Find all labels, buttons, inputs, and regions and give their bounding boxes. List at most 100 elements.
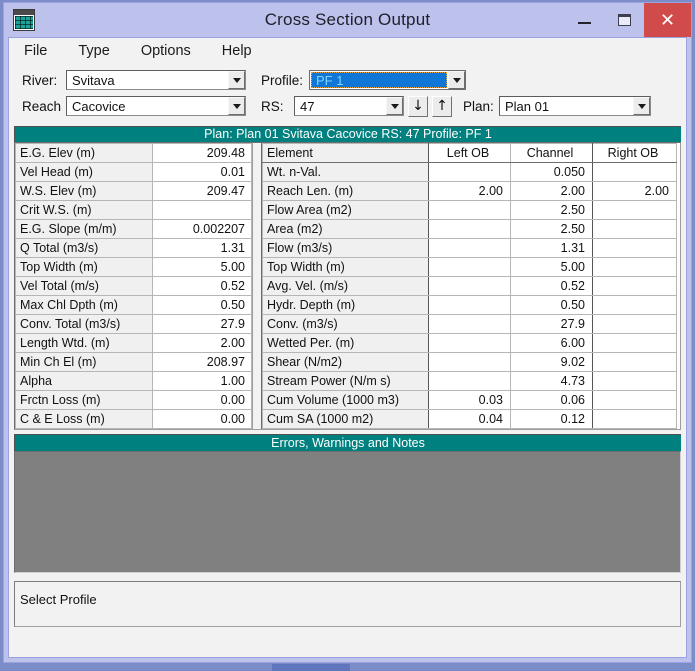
channel-value: 27.9 xyxy=(510,314,593,334)
table-row: Top Width (m) 5.00 xyxy=(15,257,252,277)
maximize-button[interactable] xyxy=(604,3,644,37)
client-area: File Type Options Help River: Svitava Pr… xyxy=(8,37,687,658)
element-label: Cum SA (1000 m2) xyxy=(262,409,429,429)
table-row: E.G. Slope (m/m) 0.002207 xyxy=(15,219,252,239)
rs-label: RS: xyxy=(261,98,284,114)
summary-value: 0.52 xyxy=(152,276,252,296)
menu-item-type[interactable]: Type xyxy=(76,42,111,60)
chevron-down-icon[interactable] xyxy=(228,97,245,115)
left-ob-value xyxy=(428,238,511,258)
left-ob-value xyxy=(428,371,511,391)
channel-value: 1.31 xyxy=(510,238,593,258)
menu-item-options[interactable]: Options xyxy=(139,42,193,60)
results-banner: Plan: Plan 01 Svitava Cacovice RS: 47 Pr… xyxy=(14,126,681,142)
summary-value: 0.002207 xyxy=(152,219,252,239)
right-ob-value xyxy=(592,200,677,220)
left-ob-value xyxy=(428,276,511,296)
right-ob-value xyxy=(592,314,677,334)
channel-value: 0.050 xyxy=(510,162,593,182)
summary-value: 1.00 xyxy=(152,371,252,391)
summary-value: 209.47 xyxy=(152,181,252,201)
plan-combo[interactable]: Plan 01 xyxy=(499,96,651,116)
table-row: Vel Total (m/s) 0.52 xyxy=(15,276,252,296)
errors-panel-body[interactable] xyxy=(14,451,681,573)
channel-value: 2.00 xyxy=(510,181,593,201)
summary-label: Q Total (m3/s) xyxy=(15,238,153,258)
channel-value: 2.50 xyxy=(510,219,593,239)
col-header-element: Element xyxy=(262,143,429,163)
right-ob-value xyxy=(592,352,677,372)
element-label: Shear (N/m2) xyxy=(262,352,429,372)
table-row: Shear (N/m2) 9.02 xyxy=(262,352,677,372)
profile-combo[interactable]: PF 1 xyxy=(309,70,466,90)
element-label: Area (m2) xyxy=(262,219,429,239)
summary-label: Frctn Loss (m) xyxy=(15,390,153,410)
chevron-down-icon[interactable] xyxy=(633,97,650,115)
rs-next-down-button[interactable]: ↓ xyxy=(408,95,428,117)
channel-value: 2.50 xyxy=(510,200,593,220)
right-ob-value xyxy=(592,295,677,315)
left-ob-value xyxy=(428,200,511,220)
table-row: Cum SA (1000 m2) 0.04 0.12 xyxy=(262,409,677,429)
reach-combo[interactable]: Cacovice xyxy=(66,96,246,116)
table-row: Length Wtd. (m) 2.00 xyxy=(15,333,252,353)
minimize-button[interactable] xyxy=(564,3,604,37)
element-label: Stream Power (N/m s) xyxy=(262,371,429,391)
plan-label: Plan: xyxy=(463,98,494,114)
table-row: Max Chl Dpth (m) 0.50 xyxy=(15,295,252,315)
element-label: Reach Len. (m) xyxy=(262,181,429,201)
left-ob-value xyxy=(428,295,511,315)
right-ob-value xyxy=(592,371,677,391)
profile-value: PF 1 xyxy=(311,72,447,88)
table-row: Frctn Loss (m) 0.00 xyxy=(15,390,252,410)
window-controls: ✕ xyxy=(564,3,691,37)
table-row: Flow (m3/s) 1.31 xyxy=(262,238,677,258)
table-row: Top Width (m) 5.00 xyxy=(262,257,677,277)
chevron-down-icon[interactable] xyxy=(228,71,245,89)
summary-value: 5.00 xyxy=(152,257,252,277)
table-row: W.S. Elev (m) 209.47 xyxy=(15,181,252,201)
river-combo[interactable]: Svitava xyxy=(66,70,246,90)
table-row: C & E Loss (m) 0.00 xyxy=(15,409,252,429)
left-ob-value xyxy=(428,333,511,353)
output-tables: E.G. Elev (m) 209.48 Vel Head (m) 0.01 W.S. … xyxy=(14,142,681,430)
reach-label: Reach xyxy=(22,98,62,114)
table-row: Crit W.S. (m) xyxy=(15,200,252,220)
menu-bar: File Type Options Help xyxy=(9,38,686,64)
chevron-down-icon[interactable] xyxy=(386,97,403,115)
table-row: E.G. Elev (m) 209.48 xyxy=(15,143,252,163)
left-ob-value: 2.00 xyxy=(428,181,511,201)
table-row: Min Ch El (m) 208.97 xyxy=(15,352,252,372)
right-ob-value xyxy=(592,257,677,277)
summary-value: 0.50 xyxy=(152,295,252,315)
profile-label: Profile: xyxy=(261,72,304,88)
table-grid-icon xyxy=(13,9,35,31)
reach-value: Cacovice xyxy=(72,98,126,114)
rs-combo[interactable]: 47 xyxy=(294,96,404,116)
chevron-down-icon[interactable] xyxy=(448,71,465,89)
element-label: Flow (m3/s) xyxy=(262,238,429,258)
channel-value: 0.52 xyxy=(510,276,593,296)
summary-value: 2.00 xyxy=(152,333,252,353)
summary-value: 209.48 xyxy=(152,143,252,163)
element-label: Wetted Per. (m) xyxy=(262,333,429,353)
errors-panel-title: Errors, Warnings and Notes xyxy=(14,434,681,451)
right-ob-value xyxy=(592,238,677,258)
summary-value: 208.97 xyxy=(152,352,252,372)
right-ob-value xyxy=(592,390,677,410)
river-label: River: xyxy=(22,72,58,88)
col-header-right-ob: Right OB xyxy=(592,143,677,163)
taskbar-notch xyxy=(272,664,350,671)
rs-prev-up-button[interactable]: ↑ xyxy=(432,95,452,117)
right-ob-value xyxy=(592,409,677,429)
table-divider xyxy=(252,143,262,429)
channel-value: 0.06 xyxy=(510,390,593,410)
menu-item-file[interactable]: File xyxy=(22,42,49,60)
table-row: Avg. Vel. (m/s) 0.52 xyxy=(262,276,677,296)
element-label: Wt. n-Val. xyxy=(262,162,429,182)
status-bar: Select Profile xyxy=(14,581,681,627)
title-bar[interactable]: Cross Section Output ✕ xyxy=(4,3,691,37)
summary-label: Min Ch El (m) xyxy=(15,352,153,372)
close-button[interactable]: ✕ xyxy=(644,3,691,37)
menu-item-help[interactable]: Help xyxy=(220,42,254,60)
